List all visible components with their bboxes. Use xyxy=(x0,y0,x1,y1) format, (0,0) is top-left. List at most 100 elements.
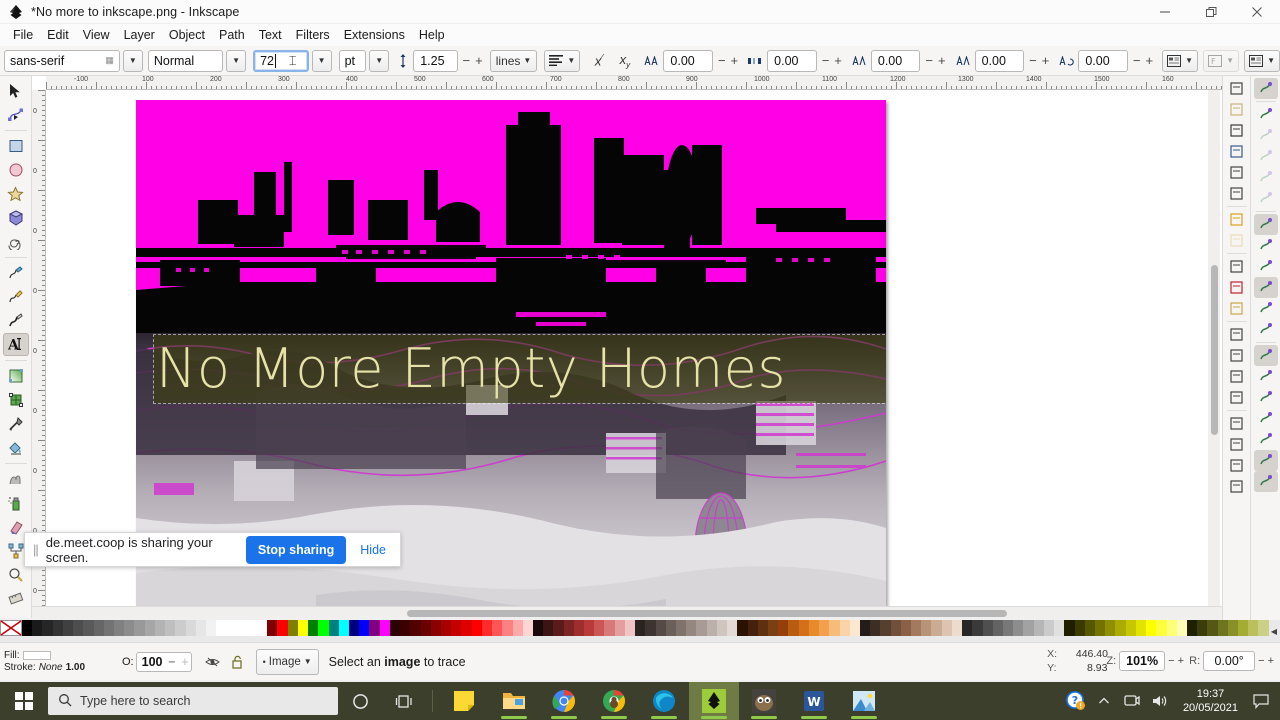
palette-swatch[interactable] xyxy=(134,620,145,636)
redo-icon[interactable] xyxy=(1225,230,1249,251)
gimp-icon[interactable] xyxy=(739,682,789,720)
rotate-ccw-button[interactable]: − xyxy=(1258,655,1264,667)
palette-swatch[interactable] xyxy=(22,620,33,636)
palette-swatch[interactable] xyxy=(553,620,564,636)
zoom-in-icon[interactable] xyxy=(1225,324,1249,345)
letter-spacing-input[interactable]: 0.00 xyxy=(663,49,713,72)
palette-swatch[interactable] xyxy=(972,620,983,636)
palette-swatch[interactable] xyxy=(532,620,544,636)
palette-swatch[interactable] xyxy=(42,620,53,636)
palette-swatch[interactable] xyxy=(451,620,462,636)
menu-object[interactable]: Object xyxy=(162,26,212,44)
palette-swatch[interactable] xyxy=(1023,620,1034,636)
palette-swatch[interactable] xyxy=(287,620,298,636)
palette-swatch[interactable] xyxy=(839,620,850,636)
palette-swatch[interactable] xyxy=(1115,620,1126,636)
palette-swatch[interactable] xyxy=(113,620,125,636)
rotation-control[interactable]: R: 0.00° − + xyxy=(1189,651,1274,671)
zoom-value[interactable]: 101% xyxy=(1119,651,1166,671)
font-family-input[interactable]: sans-serif ▦ xyxy=(4,49,120,72)
unlock-icon[interactable] xyxy=(226,650,248,674)
palette-swatch[interactable] xyxy=(686,620,697,636)
palette-swatch[interactable] xyxy=(635,620,646,636)
help-warning-icon[interactable]: ? xyxy=(1063,682,1089,720)
palette-swatch[interactable] xyxy=(1238,620,1249,636)
palette-swatch[interactable] xyxy=(1084,620,1095,636)
subscript-icon[interactable]: xy xyxy=(615,49,634,73)
snap-object-center-icon[interactable] xyxy=(1254,366,1278,387)
menu-filters[interactable]: Filters xyxy=(289,26,337,44)
palette-swatch[interactable] xyxy=(819,620,830,636)
opacity-value[interactable]: 100 xyxy=(142,655,163,669)
inkscape-icon[interactable] xyxy=(689,682,739,720)
palette-swatch[interactable] xyxy=(614,620,625,636)
palette-swatch[interactable] xyxy=(1033,620,1044,636)
palette-swatch[interactable] xyxy=(829,620,840,636)
palette-swatch[interactable] xyxy=(727,620,738,636)
show-hidden-icons-icon[interactable] xyxy=(1091,682,1117,720)
palette-swatch[interactable] xyxy=(1176,620,1187,636)
palette-swatch[interactable] xyxy=(992,620,1003,636)
palette-swatch[interactable] xyxy=(584,620,595,636)
palette-swatch[interactable] xyxy=(512,620,523,636)
line-spacing-unit-dropdown[interactable]: lines ▼ xyxy=(489,49,538,72)
palette-swatch[interactable] xyxy=(931,620,942,636)
palette-swatch[interactable] xyxy=(32,620,43,636)
palette-swatch[interactable] xyxy=(665,620,676,636)
cut-icon[interactable] xyxy=(1225,277,1249,298)
font-size-unit-dropdown[interactable]: ▼ xyxy=(369,49,390,72)
zoom-in-button[interactable]: + xyxy=(1178,655,1184,667)
node-tool[interactable] xyxy=(3,103,29,126)
import-icon[interactable] xyxy=(1225,162,1249,183)
palette-swatch[interactable] xyxy=(420,620,431,636)
palette-swatch[interactable] xyxy=(1248,620,1259,636)
palette-swatch[interactable] xyxy=(1064,620,1075,636)
palette-swatch[interactable] xyxy=(297,620,309,636)
palette-swatch[interactable] xyxy=(369,620,380,636)
palette-swatch[interactable] xyxy=(103,620,114,636)
paint-bucket-tool[interactable] xyxy=(3,436,29,459)
character-rotation-input[interactable]: 0.00 xyxy=(1078,49,1128,72)
palette-swatch[interactable] xyxy=(277,620,288,636)
palette-swatch[interactable] xyxy=(338,620,349,636)
palette-scroll-arrow-icon[interactable]: ◀ xyxy=(1268,620,1280,642)
palette-swatch[interactable] xyxy=(1135,620,1147,636)
dropper-tool[interactable] xyxy=(3,412,29,435)
text-tool[interactable]: A xyxy=(2,333,29,356)
palette-swatch[interactable] xyxy=(236,620,247,636)
chrome-profile-icon[interactable] xyxy=(589,682,639,720)
maximize-icon[interactable] xyxy=(1188,0,1234,24)
print-icon[interactable] xyxy=(1225,141,1249,162)
poster-top-image[interactable] xyxy=(136,100,886,333)
cortana-circle-icon[interactable] xyxy=(338,682,382,720)
enable-snapping-icon[interactable] xyxy=(1253,78,1278,99)
clone-icon[interactable] xyxy=(1225,434,1249,455)
snap-page-border-icon[interactable] xyxy=(1254,429,1278,450)
palette-swatch[interactable] xyxy=(604,620,615,636)
calligraphy-tool[interactable] xyxy=(3,309,29,332)
close-icon[interactable] xyxy=(1234,0,1280,24)
palette-swatch[interactable] xyxy=(410,620,421,636)
snap-bbox-corner-icon[interactable] xyxy=(1254,125,1278,146)
font-size-unit-value[interactable]: pt xyxy=(338,49,367,72)
menu-layer[interactable]: Layer xyxy=(117,26,162,44)
new-document-icon[interactable] xyxy=(1225,78,1249,99)
palette-swatch[interactable] xyxy=(870,620,881,636)
file-explorer-icon[interactable] xyxy=(489,682,539,720)
zoom-page-icon[interactable] xyxy=(1225,387,1249,408)
snap-rotation-center-icon[interactable] xyxy=(1254,387,1278,408)
palette-swatch[interactable] xyxy=(573,620,585,636)
palette-swatch[interactable] xyxy=(1146,620,1157,636)
line-spacing-stepper[interactable]: − + xyxy=(461,53,485,68)
ellipse-tool[interactable] xyxy=(3,158,29,181)
poster-headline-text[interactable]: No More Empty Homes xyxy=(156,330,886,408)
palette-swatch[interactable] xyxy=(440,620,452,636)
zoom-selection-icon[interactable] xyxy=(1225,345,1249,366)
font-style-dropdown[interactable]: ▼ xyxy=(226,49,247,72)
color-palette[interactable]: ◀ xyxy=(0,620,1280,642)
horizontal-ruler[interactable]: -100 100 200 300 400 500 600 700 800 900 1000 1100 1… xyxy=(46,76,1222,90)
hide-button[interactable]: Hide xyxy=(354,539,392,561)
palette-swatch[interactable] xyxy=(757,620,768,636)
group-icon[interactable] xyxy=(1225,476,1249,497)
action-center-icon[interactable] xyxy=(1248,682,1274,720)
